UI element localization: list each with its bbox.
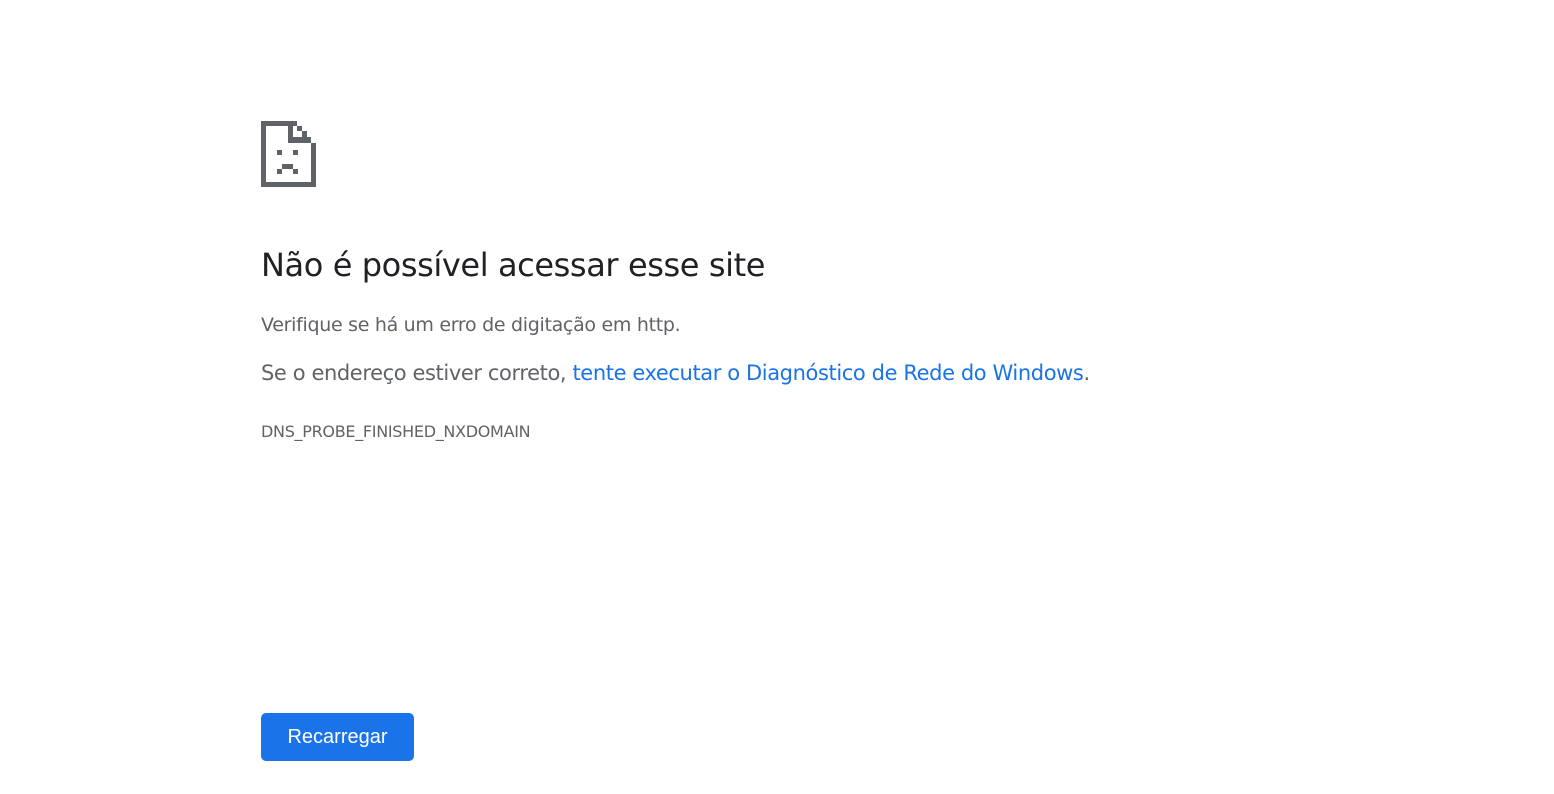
diagnostics-hint-text: Se o endereço estiver correto, tente exe… (261, 360, 1090, 386)
reload-button[interactable]: Recarregar (261, 713, 414, 761)
error-code: DNS_PROBE_FINISHED_NXDOMAIN (261, 422, 531, 441)
diagnostics-hint-prefix: Se o endereço estiver correto, (261, 361, 573, 385)
sad-page-icon (261, 121, 316, 187)
page-title: Não é possível acessar esse site (261, 246, 766, 284)
diagnostics-hint-suffix: . (1083, 361, 1090, 385)
typo-hint-text: Verifique se há um erro de digitação em … (261, 314, 681, 336)
network-diagnostics-link[interactable]: tente executar o Diagnóstico de Rede do … (572, 361, 1083, 385)
